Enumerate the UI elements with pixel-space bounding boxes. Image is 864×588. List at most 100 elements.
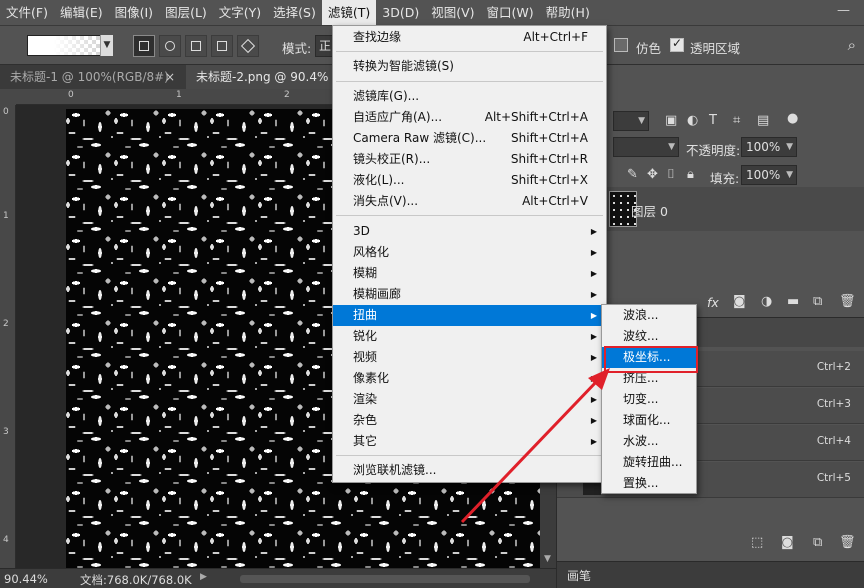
submenu-item-twirl[interactable]: 旋转扭曲... <box>602 452 696 473</box>
menu-item-browse-online-filters[interactable]: 浏览联机滤镜... <box>333 460 606 481</box>
menu-item-liquify[interactable]: 液化(L)... Shift+Ctrl+X <box>333 170 606 191</box>
opacity-field[interactable]: 100% ▼ <box>741 137 797 157</box>
shortcut: Shift+Ctrl+A <box>511 131 588 145</box>
menu-select[interactable]: 选择(S) <box>267 0 322 25</box>
filter-kind-select[interactable]: ▼ <box>613 111 649 131</box>
dither-checkbox[interactable] <box>614 38 628 52</box>
submenu-item-spherize[interactable]: 球面化... <box>602 410 696 431</box>
menu-item-label: 扭曲 <box>353 308 378 322</box>
menu-item-vanishing-point[interactable]: 消失点(V)... Alt+Ctrl+V <box>333 191 606 212</box>
menu-item-label: 转换为智能滤镜(S) <box>353 59 454 73</box>
lock-position-icon[interactable]: ✥ <box>647 167 658 182</box>
adjustment-layer-icon[interactable]: ◑ <box>761 294 772 309</box>
opacity-label: 不透明度: <box>686 143 741 158</box>
status-menu-icon[interactable]: ▶ <box>200 572 207 582</box>
submenu-arrow-icon: ▶ <box>590 332 597 341</box>
menu-type[interactable]: 文字(Y) <box>213 0 267 25</box>
submenu-item-wave[interactable]: 波浪... <box>602 305 696 326</box>
menu-item-convert-smart-filters[interactable]: 转换为智能滤镜(S) <box>333 56 606 77</box>
fx-icon[interactable]: fx <box>707 295 719 310</box>
radial-gradient-button[interactable] <box>159 35 181 57</box>
menu-item-pixelate[interactable]: 像素化 ▶ <box>333 368 606 389</box>
distort-submenu: 波浪... 波纹... 极坐标... 挤压... 切变... 球面化... 水波… <box>601 304 697 494</box>
submenu-arrow-icon: ▶ <box>590 248 597 257</box>
vertical-ruler[interactable]: 0 1 2 3 4 <box>0 105 16 568</box>
menu-item-distort[interactable]: 扭曲 ▶ <box>333 305 606 326</box>
menu-item-video[interactable]: 视频 ▶ <box>333 347 606 368</box>
menu-filter[interactable]: 滤镜(T) <box>321 0 377 25</box>
menu-layer[interactable]: 图层(L) <box>159 0 213 25</box>
artboard-icon[interactable]: ⌷ <box>667 167 675 182</box>
menu-view[interactable]: 视图(V) <box>425 0 480 25</box>
menu-edit[interactable]: 编辑(E) <box>54 0 109 25</box>
filter-toggle-icon[interactable]: ● <box>787 111 798 126</box>
menu-item-blur[interactable]: 模糊 ▶ <box>333 263 606 284</box>
menu-item-label: Camera Raw 滤镜(C)... <box>353 131 487 145</box>
type-filter-icon[interactable]: T <box>709 113 717 128</box>
action-shortcut: Ctrl+2 <box>816 361 851 373</box>
scroll-down-icon[interactable]: ▼ <box>544 554 551 564</box>
search-icon[interactable]: ⌕ <box>848 36 856 54</box>
chevron-down-icon[interactable]: ▼ <box>100 35 113 56</box>
menu-3d[interactable]: 3D(D) <box>376 0 425 25</box>
menu-item-blur-gallery[interactable]: 模糊画廊 ▶ <box>333 284 606 305</box>
menu-image[interactable]: 图像(I) <box>109 0 159 25</box>
transparency-checkbox[interactable] <box>670 36 684 52</box>
submenu-arrow-icon: ▶ <box>590 416 597 425</box>
layer-name[interactable]: 图层 0 <box>631 201 668 220</box>
submenu-item-shear[interactable]: 切变... <box>602 389 696 410</box>
menu-item-3d[interactable]: 3D ▶ <box>333 221 606 242</box>
menu-item-filter-gallery[interactable]: 滤镜库(G)... <box>333 86 606 107</box>
zoom-level[interactable]: 90.44% <box>4 572 48 586</box>
adjustment-filter-icon[interactable]: ◐ <box>687 113 698 128</box>
menu-window[interactable]: 窗口(W) <box>481 0 540 25</box>
brush-panel-tab[interactable]: 画笔 <box>557 561 864 588</box>
new-layer-icon[interactable]: ⧉ <box>813 294 822 309</box>
delete-icon[interactable]: 🗑︎ <box>839 535 856 550</box>
linear-gradient-button[interactable] <box>133 35 155 57</box>
lock-icon[interactable]: 🔒︎ <box>687 167 694 182</box>
pixel-filter-icon[interactable]: ▣ <box>665 113 677 128</box>
submenu-item-ripple[interactable]: 波纹... <box>602 326 696 347</box>
menu-item-label: 液化(L)... <box>353 173 405 187</box>
shape-filter-icon[interactable]: ⌗ <box>733 113 740 128</box>
submenu-item-displace[interactable]: 置换... <box>602 473 696 494</box>
new-item-icon[interactable]: ⧉ <box>813 535 822 550</box>
close-icon[interactable]: × <box>165 65 175 89</box>
angle-gradient-button[interactable] <box>185 35 207 57</box>
reflected-gradient-button[interactable] <box>211 35 233 57</box>
menu-item-sharpen[interactable]: 锐化 ▶ <box>333 326 606 347</box>
menu-item-lens-correction[interactable]: 镜头校正(R)... Shift+Ctrl+R <box>333 149 606 170</box>
submenu-arrow-icon: ▶ <box>590 395 597 404</box>
lock-pixels-icon[interactable]: ✎ <box>627 167 638 182</box>
fill-label: 填充: <box>710 171 740 186</box>
menu-help[interactable]: 帮助(H) <box>540 0 596 25</box>
blend-mode-select[interactable]: ▼ <box>613 137 679 157</box>
menu-item-render[interactable]: 渲染 ▶ <box>333 389 606 410</box>
ruler-tick: 2 <box>3 319 9 329</box>
submenu-arrow-icon: ▶ <box>590 290 597 299</box>
horizontal-scrollbar[interactable] <box>240 575 530 583</box>
new-group-icon[interactable]: ▬ <box>787 294 799 309</box>
minimize-button[interactable]: — <box>837 3 850 18</box>
submenu-item-zigzag[interactable]: 水波... <box>602 431 696 452</box>
shortcut: Alt+Ctrl+F <box>523 30 588 44</box>
tab-untitled-1[interactable]: 未标题-1 @ 100%(RGB/8#) × <box>0 65 185 89</box>
mode-label: 模式: <box>282 41 312 56</box>
tab-label: 未标题-1 @ 100%(RGB/8#) <box>10 70 169 84</box>
smart-object-filter-icon[interactable]: ▤ <box>757 113 769 128</box>
menu-item-other[interactable]: 其它 ▶ <box>333 431 606 452</box>
add-mask-icon[interactable]: ◙ <box>733 294 746 309</box>
menu-file[interactable]: 文件(F) <box>0 0 54 25</box>
menu-item-noise[interactable]: 杂色 ▶ <box>333 410 606 431</box>
menu-item-find-edges[interactable]: 查找边缘 Alt+Ctrl+F <box>333 27 606 48</box>
submenu-arrow-icon: ▶ <box>590 269 597 278</box>
menu-item-adaptive-wide-angle[interactable]: 自适应广角(A)... Alt+Shift+Ctrl+A <box>333 107 606 128</box>
fill-field[interactable]: 100% ▼ <box>741 165 797 185</box>
diamond-gradient-button[interactable] <box>237 35 259 57</box>
mask-icon[interactable]: ◙ <box>781 535 794 550</box>
selection-icon[interactable]: ⬚ <box>751 535 763 550</box>
menu-item-stylize[interactable]: 风格化 ▶ <box>333 242 606 263</box>
menu-item-camera-raw[interactable]: Camera Raw 滤镜(C)... Shift+Ctrl+A <box>333 128 606 149</box>
trash-icon[interactable]: 🗑︎ <box>839 294 856 309</box>
